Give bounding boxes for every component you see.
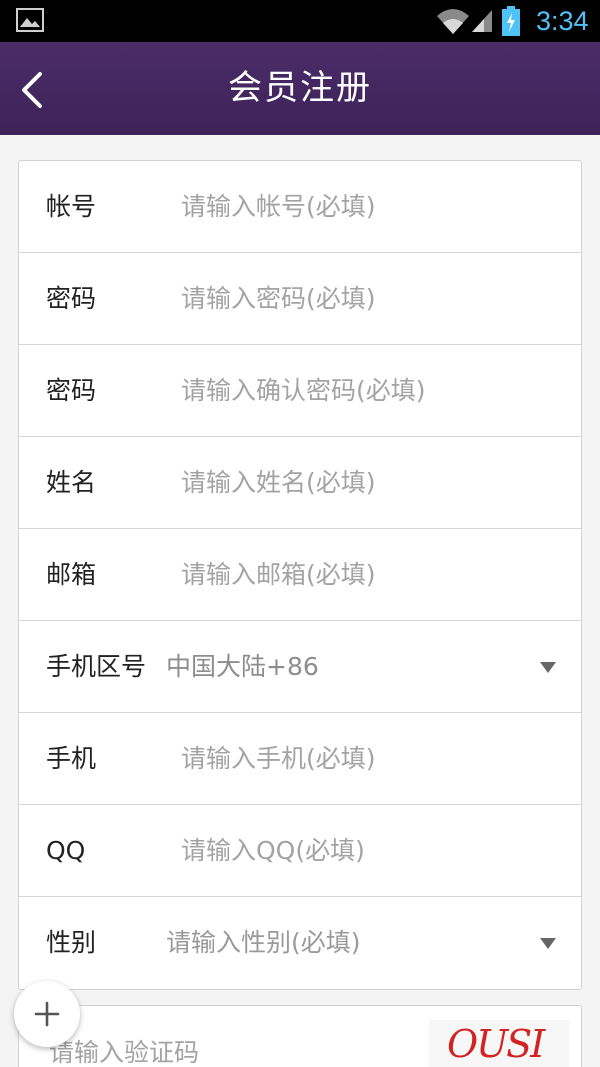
battery-icon bbox=[502, 6, 520, 36]
captcha-row: OUSI bbox=[18, 1005, 582, 1067]
page-title: 会员注册 bbox=[228, 68, 372, 108]
registration-form: 帐号 密码 密码 姓名 邮箱 手机区号 中国大陆+86 手机 QQ 性别 请输入… bbox=[18, 160, 582, 990]
gender-select[interactable]: 请输入性别(必填) bbox=[166, 897, 361, 989]
captcha-input[interactable] bbox=[49, 1032, 349, 1067]
qq-input[interactable] bbox=[181, 805, 541, 897]
status-bar: 3:34 bbox=[0, 0, 600, 42]
captcha-code: OUSI bbox=[447, 1022, 545, 1066]
captcha-image[interactable]: OUSI bbox=[429, 1020, 569, 1067]
phone-row: 手机 bbox=[19, 713, 581, 805]
account-row: 帐号 bbox=[19, 161, 581, 253]
confirm-password-label: 密码 bbox=[46, 376, 97, 405]
password-row: 密码 bbox=[19, 253, 581, 345]
phone-input[interactable] bbox=[181, 713, 541, 805]
gender-row[interactable]: 性别 请输入性别(必填) bbox=[19, 897, 581, 989]
account-label: 帐号 bbox=[46, 192, 97, 221]
area-code-select[interactable]: 中国大陆+86 bbox=[166, 621, 319, 713]
name-label: 姓名 bbox=[46, 468, 97, 497]
add-button[interactable] bbox=[14, 981, 80, 1047]
confirm-password-row: 密码 bbox=[19, 345, 581, 437]
name-row: 姓名 bbox=[19, 437, 581, 529]
password-label: 密码 bbox=[46, 284, 97, 313]
area-code-row[interactable]: 手机区号 中国大陆+86 bbox=[19, 621, 581, 713]
email-row: 邮箱 bbox=[19, 529, 581, 621]
email-label: 邮箱 bbox=[46, 560, 97, 589]
area-code-label: 手机区号 bbox=[46, 652, 147, 681]
qq-label: QQ bbox=[46, 836, 86, 865]
dropdown-arrow-icon[interactable] bbox=[539, 937, 557, 950]
qq-row: QQ bbox=[19, 805, 581, 897]
gender-label: 性别 bbox=[46, 928, 97, 957]
dropdown-arrow-icon[interactable] bbox=[539, 661, 557, 674]
signal-icon bbox=[472, 10, 492, 32]
plus-icon bbox=[34, 1001, 60, 1027]
gallery-icon bbox=[16, 8, 44, 32]
status-clock: 3:34 bbox=[536, 6, 589, 36]
confirm-password-input[interactable] bbox=[181, 345, 541, 437]
email-input[interactable] bbox=[181, 529, 541, 621]
account-input[interactable] bbox=[181, 161, 541, 253]
phone-label: 手机 bbox=[46, 744, 97, 773]
password-input[interactable] bbox=[181, 253, 541, 345]
app-header: 会员注册 bbox=[0, 42, 600, 135]
name-input[interactable] bbox=[181, 437, 541, 529]
wifi-icon bbox=[437, 9, 469, 34]
